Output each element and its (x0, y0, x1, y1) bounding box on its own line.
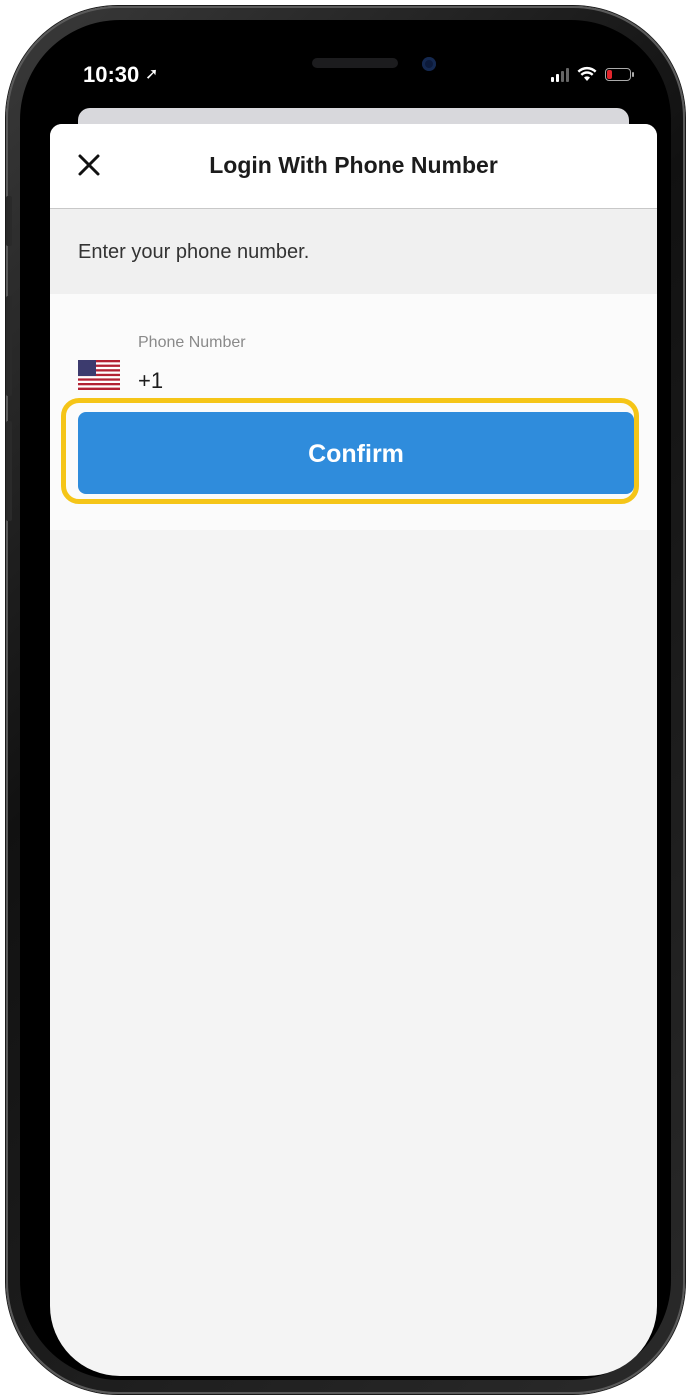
earpiece-speaker (312, 58, 398, 68)
battery-icon (605, 67, 634, 81)
status-bar: 10:30 ➚ (50, 46, 657, 108)
screen: 10:30 ➚ Login With Phone Number Enter yo… (50, 46, 657, 1376)
status-icons (551, 64, 634, 84)
confirm-button[interactable]: Confirm (78, 412, 634, 494)
us-flag-icon[interactable] (78, 360, 120, 390)
phone-form: Phone Number Confirm (50, 294, 657, 530)
page-title: Login With Phone Number (209, 152, 498, 178)
signal-icon (551, 66, 569, 82)
mute-switch (6, 196, 12, 246)
volume-down-button (6, 421, 12, 521)
status-time: 10:30 (83, 62, 140, 87)
prompt-row: Enter your phone number. (50, 209, 657, 294)
nav-bar: Login With Phone Number (50, 124, 657, 209)
wifi-icon (577, 66, 597, 81)
login-sheet: Login With Phone Number Enter your phone… (50, 124, 657, 1376)
front-camera (422, 57, 436, 71)
phone-number-input[interactable] (138, 366, 618, 396)
volume-up-button (6, 296, 12, 396)
battery-level (607, 69, 612, 79)
phone-number-label: Phone Number (138, 334, 246, 351)
location-icon: ➚ (145, 66, 159, 83)
prompt-text: Enter your phone number. (78, 241, 310, 263)
